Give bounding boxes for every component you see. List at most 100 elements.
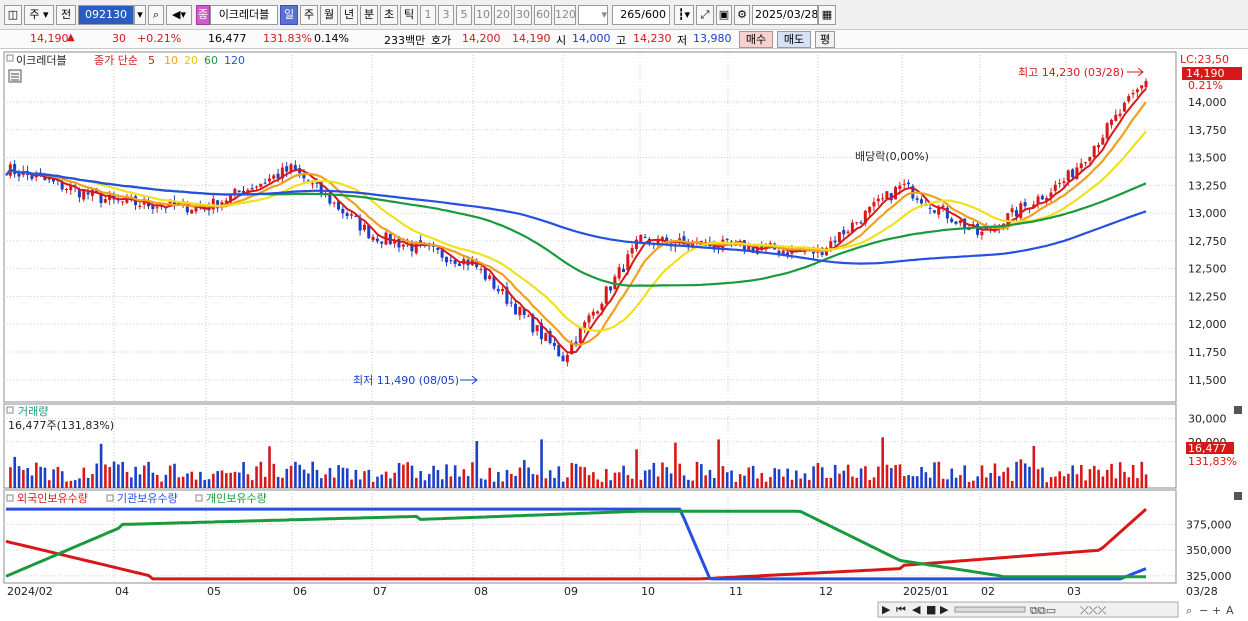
candle-body — [138, 205, 142, 207]
high-price: 14,230 — [633, 32, 672, 45]
period-tick[interactable]: 틱 — [400, 5, 418, 25]
chart-area[interactable]: 14,000 13,750 13,500 13,250 13,000 12,750 12,5… — [0, 49, 1248, 621]
volume-bar — [600, 481, 604, 488]
legend-individual: 개인보유수량 — [206, 492, 267, 505]
volume-bar — [1067, 473, 1070, 488]
first-page-icon[interactable]: ⏮ — [896, 603, 906, 616]
candle-body — [552, 343, 556, 347]
gear-icon[interactable]: ⚙ — [734, 5, 750, 25]
search-icon[interactable]: ⌕ — [148, 5, 164, 25]
period-day[interactable]: 일 — [280, 5, 298, 25]
volume-bar — [190, 471, 194, 488]
data-count-field[interactable]: 265/600 — [612, 5, 670, 25]
volume-bar — [164, 474, 168, 488]
candle-body — [833, 240, 837, 243]
volume-bar — [1049, 477, 1053, 488]
volume-ratio: 131.83% — [263, 32, 312, 45]
volume-bar — [168, 465, 172, 488]
stock-tag: 이크레더블 — [16, 54, 67, 67]
candle-body — [634, 239, 638, 249]
prev-button[interactable]: 전 — [56, 5, 76, 25]
candle-body — [1066, 170, 1070, 181]
ma-10: 10 — [164, 54, 178, 67]
period-minute[interactable]: 분 — [360, 5, 378, 25]
period-month[interactable]: 월 — [320, 5, 338, 25]
volume-bar — [363, 471, 366, 488]
buy-button[interactable]: 매수 — [739, 31, 773, 48]
period-second[interactable]: 초 — [380, 5, 398, 25]
volume-bar — [427, 474, 431, 488]
volume-close-icon[interactable] — [1234, 406, 1242, 414]
scroll-track[interactable] — [954, 606, 1026, 613]
calendar-icon[interactable]: ▦ — [818, 5, 836, 25]
next-page-icon[interactable]: ▶ — [940, 603, 949, 616]
minus-icon[interactable]: − — [1199, 604, 1208, 617]
interval-1[interactable]: 1 — [420, 5, 436, 25]
candle-body — [932, 210, 936, 213]
holding-close-icon[interactable] — [1234, 492, 1242, 500]
interval-60[interactable]: 60 — [534, 5, 552, 25]
volume-bar — [181, 476, 185, 488]
volume-bar — [125, 471, 129, 488]
volume-bar — [553, 477, 556, 488]
interval-10[interactable]: 10 — [474, 5, 492, 25]
interval-3[interactable]: 3 — [438, 5, 454, 25]
interval-dropdown[interactable]: ▾ — [578, 5, 608, 25]
volume-bar — [980, 465, 984, 488]
price-tick: 13,000 — [1188, 207, 1227, 220]
period-year[interactable]: 년 — [340, 5, 358, 25]
interval-120[interactable]: 120 — [554, 5, 576, 25]
scroll-right-icon[interactable]: ▶ — [882, 603, 891, 616]
zoom-out-icon[interactable]: ⌕ — [1186, 604, 1192, 617]
candle-body — [267, 178, 271, 182]
price-tick: 11,750 — [1188, 346, 1227, 359]
layout-icon[interactable]: ⧉⧉▭ — [1030, 604, 1056, 617]
plus-icon[interactable]: + — [1212, 604, 1221, 617]
eval-button[interactable]: 평 — [815, 31, 835, 48]
bid-label: 호가 — [431, 34, 452, 47]
volume-bar — [743, 475, 746, 488]
candle-body — [311, 183, 315, 185]
volume-bar — [1028, 466, 1031, 488]
volume-bar — [505, 469, 509, 488]
interval-5[interactable]: 5 — [456, 5, 472, 25]
volume-bar — [402, 464, 405, 488]
draw-tool-icon[interactable]: ⤢ — [696, 5, 714, 25]
sell-button[interactable]: 매도 — [777, 31, 811, 48]
volume-bar — [35, 462, 38, 488]
speaker-icon[interactable]: ◀▾ — [166, 5, 192, 25]
window-menu-icon[interactable]: ◫ — [4, 5, 22, 25]
interval-30[interactable]: 30 — [514, 5, 532, 25]
volume-bar — [851, 476, 854, 488]
volume-bar — [160, 481, 163, 488]
candle-type-icon[interactable]: ┇▾ — [674, 5, 694, 25]
period-week[interactable]: 주 — [300, 5, 318, 25]
volume-bar — [915, 476, 919, 488]
volume-bar — [760, 472, 764, 488]
stop-icon[interactable]: ■ — [926, 603, 936, 616]
stock-code-input[interactable]: 092130 — [78, 5, 134, 25]
date-input[interactable]: 2025/03/28 — [752, 5, 818, 25]
candle-body — [855, 222, 859, 224]
volume-bar — [812, 466, 815, 488]
candle-body — [928, 207, 932, 209]
tool-icons[interactable]: ⤫⤫⤫ — [1080, 604, 1107, 617]
volume-bar — [605, 469, 608, 488]
volume-bar — [648, 469, 651, 488]
x-label: 2024/02 — [7, 585, 53, 598]
candle-body — [250, 188, 254, 190]
interval-20[interactable]: 20 — [494, 5, 512, 25]
prev-page-icon[interactable]: ◀ — [912, 603, 921, 616]
save-icon[interactable]: ▣ — [716, 5, 732, 25]
volume-bar — [30, 475, 34, 488]
market-select[interactable]: 주 ▾ — [24, 5, 54, 25]
volume-bar — [233, 471, 237, 488]
quote-bar: 14,190 ▲ 30 +0.21% 16,477 131.83% 0.14% … — [0, 30, 1248, 49]
x-label: 09 — [564, 585, 578, 598]
volume-bar — [1131, 464, 1135, 488]
volume-bar — [130, 477, 133, 488]
font-size-icon[interactable]: A — [1226, 604, 1234, 617]
volume-bar — [717, 439, 720, 488]
code-dropdown-icon[interactable]: ▾ — [134, 5, 146, 25]
candle-body — [565, 354, 569, 363]
